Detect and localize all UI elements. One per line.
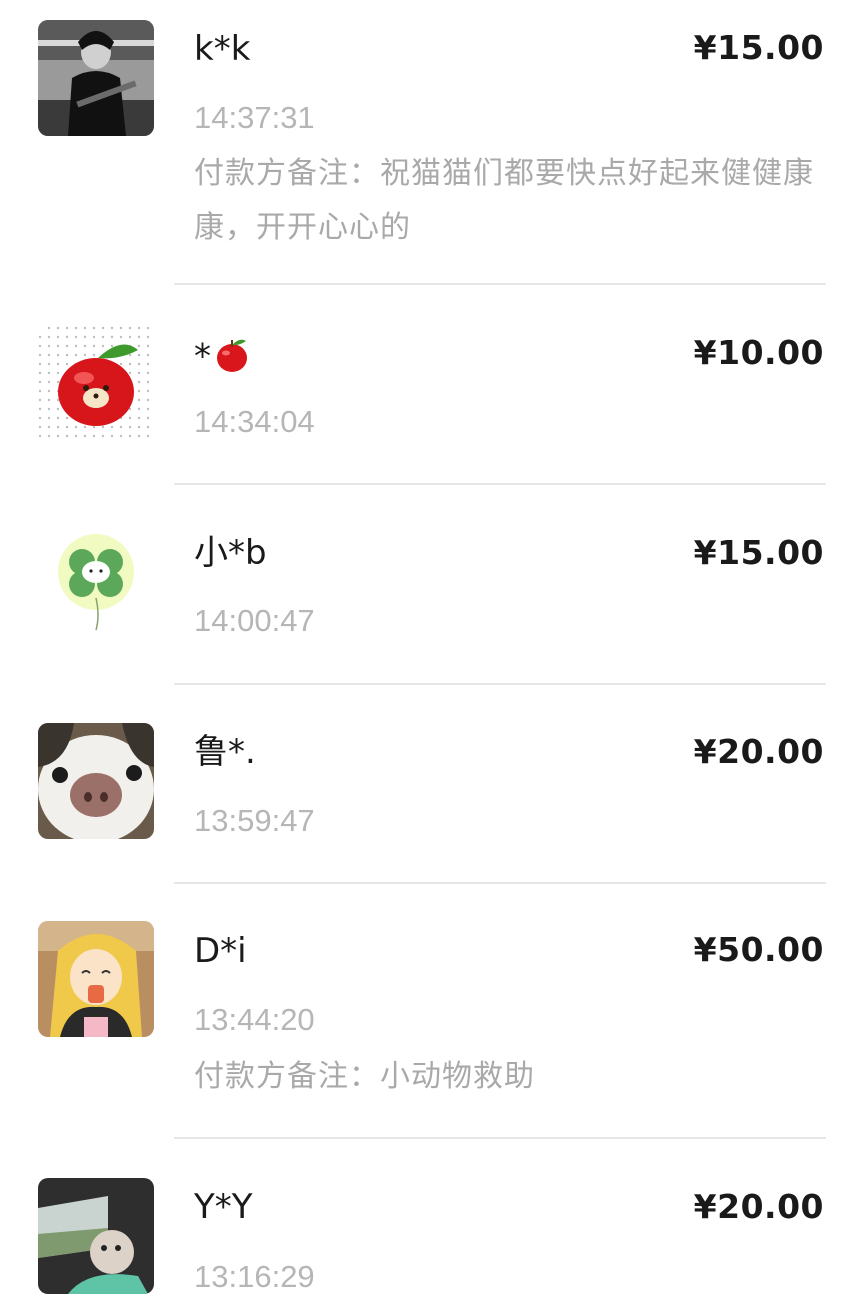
payer-name: k*k [194,29,251,69]
payer-note: 付款方备注：小动物救助 [194,1059,535,1094]
payer-name: D*i [194,931,247,971]
payer-name: 小*b [194,533,267,573]
payment-amount: ¥20.00 [693,1187,824,1226]
user-avatar [38,526,154,642]
payment-time: 14:00:47 [194,603,315,638]
payment-amount: ¥15.00 [693,533,824,572]
payer-note: 付款方备注：祝猫猫们都要快点好起来健健康康，开开心心的 [194,156,814,245]
divider [174,882,826,884]
payment-time: 14:37:31 [194,100,315,135]
payment-time: 13:16:29 [194,1259,315,1294]
user-avatar [38,20,154,136]
user-avatar [38,723,154,839]
payer-name-text: * [194,336,211,377]
payment-time: 14:34:04 [194,404,315,439]
divider [174,283,826,285]
payment-amount: ¥10.00 [693,333,824,372]
user-avatar [38,921,154,1037]
payer-name: Y*Y [194,1187,253,1227]
divider [174,683,826,685]
payer-name: * [194,336,251,380]
user-avatar [38,326,154,442]
payment-amount: ¥20.00 [693,732,824,771]
divider [174,1137,826,1139]
divider [174,483,826,485]
payer-name: 鲁*. [194,732,256,772]
payment-time: 13:59:47 [194,803,315,838]
payment-time: 13:44:20 [194,1002,315,1037]
payment-amount: ¥15.00 [693,28,824,67]
apple-icon [213,336,251,380]
user-avatar [38,1178,154,1294]
payment-amount: ¥50.00 [693,930,824,969]
